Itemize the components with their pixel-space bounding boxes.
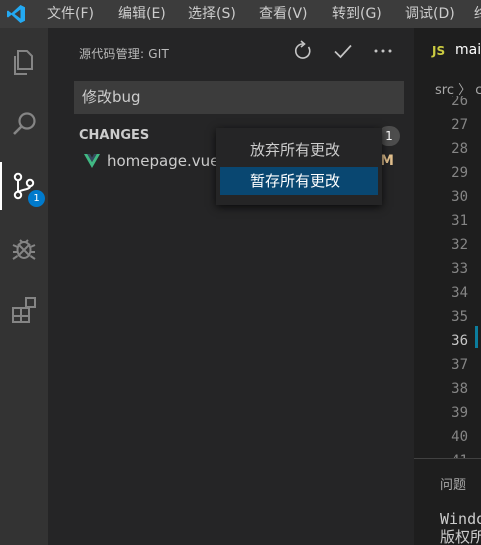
explorer-button[interactable]	[0, 38, 48, 86]
js-file-icon: JS	[432, 44, 446, 58]
source-control-button[interactable]: 1	[0, 162, 48, 210]
line-number: 40	[451, 429, 468, 445]
menu-view[interactable]: 查看(V)	[259, 0, 308, 28]
bottom-panel: 问题 Windo 版权所	[414, 458, 481, 545]
line-number: 29	[451, 165, 468, 181]
scm-badge: 1	[28, 190, 45, 207]
line-number: 33	[451, 261, 468, 277]
discard-all-changes-item[interactable]: 放弃所有更改	[220, 136, 378, 164]
active-indicator	[0, 162, 2, 210]
menu-bar: 文件(F) 编辑(E) 选择(S) 查看(V) 转到(G) 调试(D) 终	[0, 0, 481, 28]
menu-debug[interactable]: 调试(D)	[405, 0, 455, 28]
menu-terminal[interactable]: 终	[474, 0, 481, 28]
line-number: 39	[451, 405, 468, 421]
activity-bar: 1	[0, 28, 48, 545]
menu-go[interactable]: 转到(G)	[332, 0, 382, 28]
changes-header[interactable]: CHANGES	[79, 128, 149, 143]
stage-all-changes-item[interactable]: 暂存所有更改	[220, 167, 378, 195]
vue-file-icon	[84, 154, 100, 168]
line-number: 34	[451, 285, 468, 301]
menu-edit[interactable]: 编辑(E)	[118, 0, 166, 28]
search-icon	[13, 112, 36, 135]
line-number-current: 36	[451, 333, 468, 349]
files-icon	[14, 50, 33, 75]
line-number: 32	[451, 237, 468, 253]
commit-check-icon[interactable]	[332, 40, 354, 62]
more-actions-icon[interactable]	[372, 40, 394, 62]
menu-selection[interactable]: 选择(S)	[188, 0, 236, 28]
tab-problems[interactable]: 问题	[440, 474, 466, 493]
editor-area: JS mai src 〉 c 26 27 28 29 30 31 32 33 3…	[414, 28, 481, 458]
line-number: 28	[451, 141, 468, 157]
file-name: homepage.vue	[107, 152, 220, 170]
vscode-logo-icon	[7, 5, 25, 23]
menu-file[interactable]: 文件(F)	[47, 0, 94, 28]
debug-button[interactable]	[0, 224, 48, 272]
terminal-output[interactable]: Windo 版权所	[440, 510, 481, 545]
source-control-sidebar: 源代码管理: GIT CHANGES 1 homepage.vue M	[48, 28, 414, 545]
extensions-icon	[12, 297, 36, 323]
sidebar-title: 源代码管理: GIT	[79, 47, 170, 61]
modified-line-indicator	[475, 326, 478, 348]
editor-tab-bar: JS mai	[414, 28, 481, 76]
terminal-line: 版权所	[440, 528, 481, 545]
line-number: 38	[451, 381, 468, 397]
refresh-icon[interactable]	[292, 40, 314, 62]
line-number: 26	[451, 96, 468, 109]
line-number: 27	[451, 117, 468, 133]
line-number-gutter: 26 27 28 29 30 31 32 33 34 35 36 37 38 3…	[414, 96, 481, 458]
search-button[interactable]	[0, 100, 48, 148]
commit-message-input[interactable]	[74, 81, 404, 114]
editor-tab-main[interactable]: JS mai	[414, 28, 481, 76]
extensions-button[interactable]	[0, 286, 48, 334]
terminal-line: Windo	[440, 510, 481, 528]
line-number: 30	[451, 189, 468, 205]
line-number: 35	[451, 309, 468, 325]
tab-label: mai	[455, 42, 481, 58]
context-menu: 放弃所有更改 暂存所有更改	[216, 128, 382, 205]
debug-bug-icon	[12, 239, 36, 260]
line-number: 37	[451, 357, 468, 373]
line-number: 31	[451, 213, 468, 229]
file-status-modified: M	[380, 153, 394, 169]
